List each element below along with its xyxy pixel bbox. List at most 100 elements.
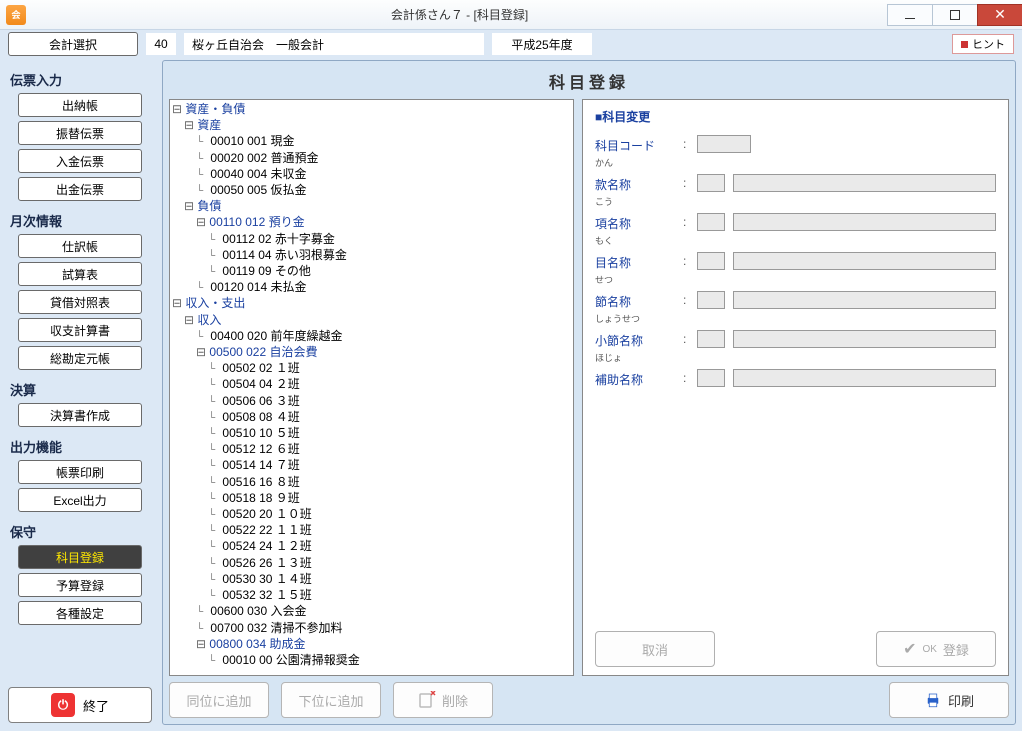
cancel-button[interactable]: 取消	[595, 631, 715, 667]
code-input[interactable]	[697, 252, 725, 270]
name-input[interactable]	[733, 369, 996, 387]
form-row: しょうせつ小節名称:	[595, 328, 996, 349]
accounting-select-button[interactable]: 会計選択	[8, 32, 138, 56]
tree-node[interactable]: ⊟ 00110 012 預り金	[172, 215, 571, 231]
tree-node[interactable]: └ 00508 08 ４班	[172, 410, 571, 426]
field-label: せつ節名称	[595, 289, 675, 310]
exit-button[interactable]: ⏻ 終了	[8, 687, 152, 723]
code-input[interactable]	[697, 291, 725, 309]
tree-node[interactable]: └ 00010 001 現金	[172, 134, 571, 150]
sidebar-item[interactable]: 総勘定元帳	[18, 346, 142, 370]
tree-node[interactable]: └ 00516 16 ８班	[172, 475, 571, 491]
tree-node[interactable]: ⊟ 00800 034 助成金	[172, 637, 571, 653]
name-input[interactable]	[733, 330, 996, 348]
add-same-level-button[interactable]: 同位に追加	[169, 682, 269, 718]
field-label: もく目名称	[595, 250, 675, 271]
tree-node[interactable]: └ 00040 004 未収金	[172, 167, 571, 183]
form-row: せつ節名称:	[595, 289, 996, 310]
tree-node[interactable]: └ 00532 32 １５班	[172, 588, 571, 604]
account-tree[interactable]: ⊟ 資産・負債 ⊟ 資産 └ 00010 001 現金 └ 00020 002 …	[169, 99, 574, 676]
field-label: こう項名称	[595, 211, 675, 232]
delete-icon	[418, 691, 436, 709]
code-input[interactable]	[697, 174, 725, 192]
tree-node[interactable]: └ 00112 02 赤十字募金	[172, 232, 571, 248]
sidebar-heading: 保守	[10, 522, 152, 541]
sidebar-heading: 決算	[10, 380, 152, 399]
form-row: かん款名称:	[595, 172, 996, 193]
tree-node[interactable]: └ 00600 030 入会金	[172, 604, 571, 620]
sidebar-item[interactable]: 予算登録	[18, 573, 142, 597]
app-icon: 会	[6, 5, 26, 25]
tree-node[interactable]: ⊟ 資産	[172, 118, 571, 134]
print-button[interactable]: 印刷	[889, 682, 1009, 718]
tree-node[interactable]: └ 00510 10 ５班	[172, 426, 571, 442]
tree-node[interactable]: └ 00512 12 ６班	[172, 442, 571, 458]
ok-register-button[interactable]: ✔ OK 登録	[876, 631, 996, 667]
sidebar-item[interactable]: 出金伝票	[18, 177, 142, 201]
name-input[interactable]	[733, 252, 996, 270]
sidebar-item[interactable]: 仕訳帳	[18, 234, 142, 258]
sidebar-item[interactable]: 振替伝票	[18, 121, 142, 145]
name-input[interactable]	[733, 213, 996, 231]
form-title: ■科目変更	[595, 108, 996, 125]
field-label: ほじょ補助名称	[595, 367, 675, 388]
delete-button[interactable]: 削除	[393, 682, 493, 718]
hint-button[interactable]: ヒント	[952, 34, 1014, 54]
field-label: しょうせつ小節名称	[595, 328, 675, 349]
tree-node[interactable]: ⊟ 00500 022 自治会費	[172, 345, 571, 361]
tree-node[interactable]: └ 00514 14 ７班	[172, 458, 571, 474]
code-input[interactable]	[697, 213, 725, 231]
window-title: 会計係さん７ - [科目登録]	[32, 6, 887, 23]
tree-node[interactable]: └ 00010 00 公園清掃報奨金	[172, 653, 571, 669]
window-minimize-button[interactable]	[887, 4, 933, 26]
field-label: かん款名称	[595, 172, 675, 193]
sidebar-item[interactable]: 入金伝票	[18, 149, 142, 173]
tree-node[interactable]: └ 00530 30 １４班	[172, 572, 571, 588]
sidebar-item[interactable]: 帳票印刷	[18, 460, 142, 484]
sidebar-item[interactable]: 試算表	[18, 262, 142, 286]
tree-node[interactable]: ⊟ 収入・支出	[172, 296, 571, 312]
name-input[interactable]	[733, 174, 996, 192]
org-name: 桜ヶ丘自治会 一般会計	[184, 33, 484, 55]
tree-node[interactable]: ⊟ 資産・負債	[172, 102, 571, 118]
sidebar-heading: 出力機能	[10, 437, 152, 456]
sidebar-item[interactable]: Excel出力	[18, 488, 142, 512]
check-icon: ✔	[903, 639, 916, 659]
tree-node[interactable]: ⊟ 収入	[172, 313, 571, 329]
tree-node[interactable]: └ 00400 020 前年度繰越金	[172, 329, 571, 345]
top-info-row: 会計選択 40 桜ヶ丘自治会 一般会計 平成25年度 ヒント	[0, 30, 1022, 58]
code-input[interactable]	[697, 369, 725, 387]
tree-node[interactable]: └ 00506 06 ３班	[172, 394, 571, 410]
tree-node[interactable]: ⊟ 負債	[172, 199, 571, 215]
tree-node[interactable]: └ 00520 20 １０班	[172, 507, 571, 523]
tree-node[interactable]: └ 00522 22 １１班	[172, 523, 571, 539]
tree-node[interactable]: └ 00504 04 ２班	[172, 377, 571, 393]
tree-node[interactable]: └ 00700 032 清掃不参加料	[172, 621, 571, 637]
titlebar: 会 会計係さん７ - [科目登録] ✕	[0, 0, 1022, 30]
sidebar-heading: 伝票入力	[10, 70, 152, 89]
sidebar-item[interactable]: 各種設定	[18, 601, 142, 625]
field-label: 科目コード	[595, 133, 675, 154]
tree-node[interactable]: └ 00518 18 ９班	[172, 491, 571, 507]
code-input[interactable]	[697, 330, 725, 348]
tree-node[interactable]: └ 00526 26 １３班	[172, 556, 571, 572]
tree-node[interactable]: └ 00119 09 その他	[172, 264, 571, 280]
sidebar-item[interactable]: 科目登録	[18, 545, 142, 569]
tree-node[interactable]: └ 00114 04 赤い羽根募金	[172, 248, 571, 264]
window-close-button[interactable]: ✕	[977, 4, 1022, 26]
sidebar-item[interactable]: 貸借対照表	[18, 290, 142, 314]
tree-node[interactable]: └ 00050 005 仮払金	[172, 183, 571, 199]
name-input[interactable]	[733, 291, 996, 309]
window-maximize-button[interactable]	[932, 4, 978, 26]
sidebar-item[interactable]: 決算書作成	[18, 403, 142, 427]
sidebar-heading: 月次情報	[10, 211, 152, 230]
sidebar-item[interactable]: 出納帳	[18, 93, 142, 117]
tree-node[interactable]: └ 00524 24 １２班	[172, 539, 571, 555]
tree-node[interactable]: └ 00020 002 普通預金	[172, 151, 571, 167]
add-child-level-button[interactable]: 下位に追加	[281, 682, 381, 718]
code-input[interactable]	[697, 135, 751, 153]
sidebar-item[interactable]: 収支計算書	[18, 318, 142, 342]
tree-node[interactable]: └ 00120 014 未払金	[172, 280, 571, 296]
form-row: こう項名称:	[595, 211, 996, 232]
tree-node[interactable]: └ 00502 02 １班	[172, 361, 571, 377]
